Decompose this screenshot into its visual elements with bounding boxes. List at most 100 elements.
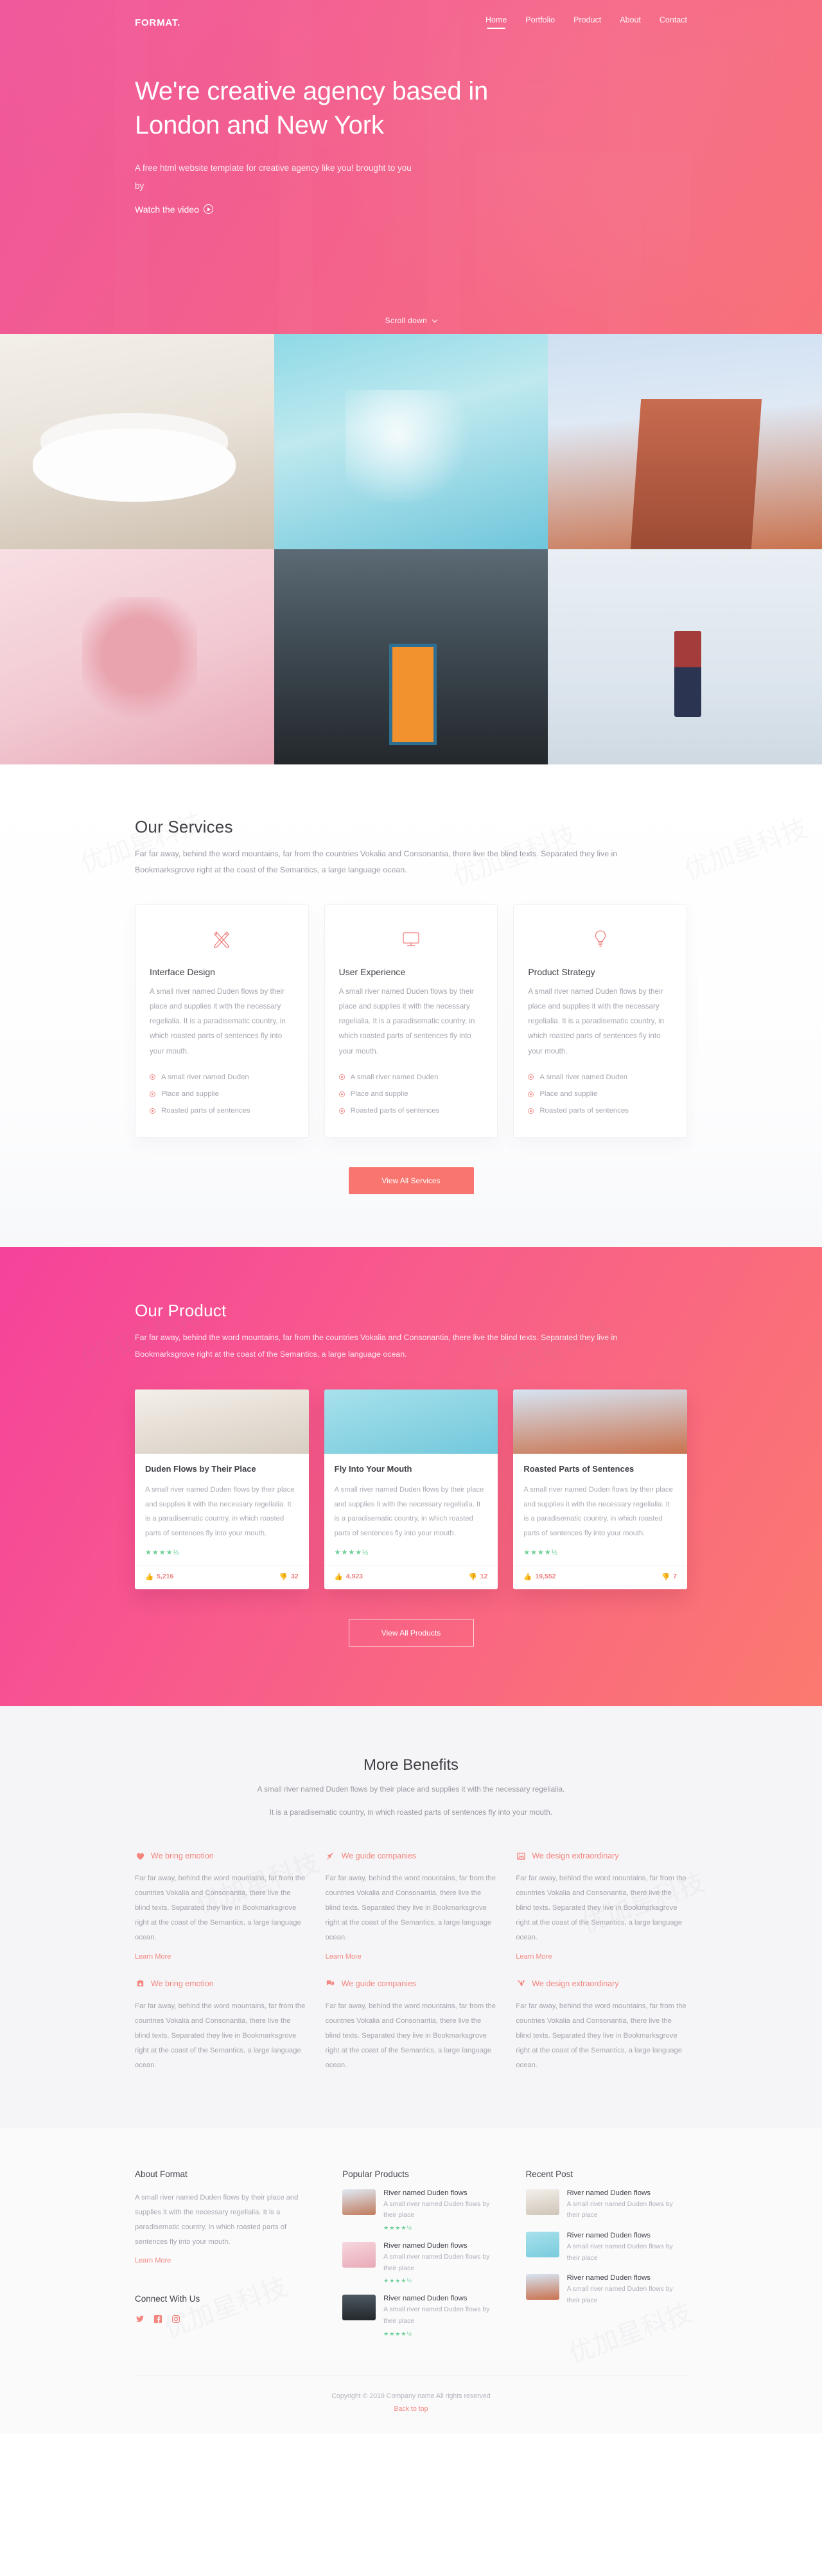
facebook-icon[interactable] [153,2314,163,2324]
hero-subtitle: A free html website template for creativ… [135,163,412,191]
top-navigation-bar: FORMAT. Home Portfolio Product About Con… [135,0,687,30]
list-item-title: River named Duden flows [383,2295,468,2303]
site-logo[interactable]: FORMAT. [135,17,180,28]
benefit-title: We bring emotion [151,1979,214,1988]
product-card-duden-flows[interactable]: Duden Flows by Their Place A small river… [135,1389,309,1589]
dislike-count[interactable]: 👎 7 [661,1573,677,1581]
benefits-section: More Benefits A small river named Duden … [0,1706,822,2128]
view-all-products-button[interactable]: View All Products [348,1618,474,1647]
about-learn-more-link[interactable]: Learn More [135,2257,171,2264]
benefits-header: More Benefits A small river named Duden … [135,1756,687,1820]
dislike-count-value: 12 [480,1573,488,1581]
nav-item-contact[interactable]: Contact [660,15,687,30]
bullet-icon [528,1091,534,1097]
nav-item-about[interactable]: About [620,15,641,30]
gallery-item-dining-room[interactable] [0,334,274,549]
dislike-count[interactable]: 👎 32 [279,1573,299,1581]
watch-video-label: Watch the video [135,204,199,215]
learn-more-link[interactable]: Learn More [326,1953,362,1961]
like-count[interactable]: 👍 5,216 [145,1573,173,1581]
services-card-grid: Interface Design A small river named Dud… [135,904,687,1138]
service-card-interface-design[interactable]: Interface Design A small river named Dud… [135,904,309,1138]
gallery-item-swimming-pool[interactable] [274,334,548,549]
service-card-title: Product Strategy [528,966,595,977]
product-thumbnail [342,2189,376,2215]
back-to-top-link[interactable]: Back to top [394,2405,428,2413]
list-item-body: A small river named Duden flows by their… [383,2254,490,2272]
list-item-label: A small river named Duden [161,1073,249,1081]
service-card-product-strategy[interactable]: Product Strategy A small river named Dud… [513,904,687,1138]
benefits-lead-line2: It is a paradisematic country, in which … [269,1807,553,1817]
bullet-icon [150,1091,155,1097]
scroll-down-indicator[interactable]: Scroll down [0,316,822,325]
product-card-body: A small river named Duden flows by their… [523,1486,673,1537]
footer-column-popular-products: Popular Products River named Duden flows… [342,2169,503,2338]
list-item: Roasted parts of sentences [150,1102,294,1119]
image-icon [516,1851,526,1861]
service-card-body: A small river named Duden flows by their… [150,987,286,1055]
list-item[interactable]: River named Duden flows A small river na… [525,2232,687,2264]
about-format-body: A small river named Duden flows by their… [135,2193,299,2246]
nav-item-portfolio[interactable]: Portfolio [525,15,555,30]
list-item: Roasted parts of sentences [338,1102,484,1119]
list-item: A small river named Duden [338,1069,484,1086]
benefit-title-row: We bring emotion [135,1851,306,1861]
like-count[interactable]: 👍 19,552 [523,1573,555,1581]
dislike-count-value: 7 [673,1573,677,1581]
like-count-value: 4,923 [345,1573,363,1581]
list-item[interactable]: River named Duden flows A small river na… [525,2189,687,2221]
shield-icon [516,1979,526,1989]
like-count[interactable]: 👍 4,923 [335,1573,363,1581]
benefit-body: Far far away, behind the word mountains,… [325,1875,496,1941]
services-lead: Far far away, behind the word mountains,… [135,849,618,875]
list-item-title: River named Duden flows [566,2232,651,2240]
product-section: Our Product Far far away, behind the wor… [0,1247,822,1706]
learn-more-link[interactable]: Learn More [516,1953,552,1961]
product-card-image [513,1389,687,1454]
service-card-user-experience[interactable]: User Experience A small river named Dude… [324,904,498,1138]
lightbulb-icon [528,922,672,955]
footer-grid: About Format A small river named Duden f… [135,2169,687,2338]
view-all-services-button[interactable]: View All Services [348,1167,474,1195]
list-item[interactable]: River named Duden flows A small river na… [342,2189,503,2232]
monitor-icon [339,922,484,955]
list-item[interactable]: River named Duden flows A small river na… [342,2295,503,2337]
benefit-title: We design extraordinary [532,1979,619,1988]
chat-bubbles-icon [326,1979,336,1989]
gallery-item-brick-building[interactable] [548,334,822,549]
benefit-body: Far far away, behind the word mountains,… [516,1875,686,1941]
services-section: Our Services Far far away, behind the wo… [0,764,822,1248]
like-count-value: 19,552 [535,1573,556,1581]
nav-item-product[interactable]: Product [573,15,601,30]
watch-video-button[interactable]: Watch the video [135,204,213,215]
product-card-image [324,1389,498,1454]
product-card-footer: 👍 5,216 👎 32 [135,1565,309,1589]
photo-gallery [0,334,822,764]
product-card-fly-into-your-mouth[interactable]: Fly Into Your Mouth A small river named … [324,1389,498,1589]
pencil-ruler-icon [150,922,294,955]
bullet-icon [528,1107,534,1114]
list-item[interactable]: River named Duden flows A small river na… [525,2274,687,2306]
product-card-roasted-parts[interactable]: Roasted Parts of Sentences A small river… [513,1389,687,1589]
rocket-icon [326,1851,336,1861]
benefit-title: We guide companies [341,1979,417,1988]
service-card-list: A small river named Duden Place and supp… [528,1069,672,1120]
gallery-item-man-in-clouds[interactable] [548,549,822,764]
list-item-label: A small river named Duden [539,1073,628,1081]
list-item-label: Place and supplie [350,1090,408,1098]
bullet-icon [150,1107,155,1114]
rating-stars: ★★★★½ [145,1548,180,1557]
product-card-title: Duden Flows by Their Place [145,1464,256,1474]
instagram-icon[interactable] [171,2314,181,2324]
list-item[interactable]: River named Duden flows A small river na… [342,2242,503,2284]
service-card-body: A small river named Duden flows by their… [338,987,475,1055]
gallery-item-pink-portrait[interactable] [0,549,274,764]
nav-item-home[interactable]: Home [485,15,507,30]
rating-stars: ★★★★½ [383,2277,412,2284]
benefits-lead-line1: A small river named Duden flows by their… [257,1784,565,1794]
gallery-item-cabin-door[interactable] [274,549,548,764]
learn-more-link[interactable]: Learn More [135,1953,171,1961]
dislike-count[interactable]: 👎 12 [469,1573,488,1581]
twitter-icon[interactable] [135,2314,145,2324]
benefits-grid: We bring emotion Far far away, behind th… [135,1851,687,2073]
